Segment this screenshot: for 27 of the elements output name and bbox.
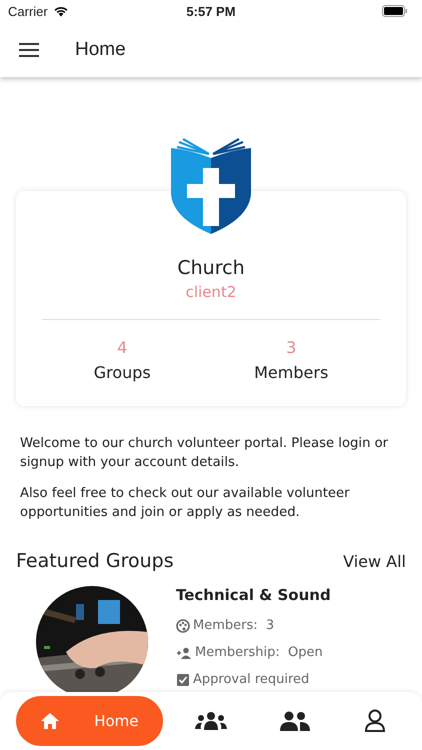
section-title: Featured Groups [16,550,174,572]
church-name: Church [177,257,245,279]
people-group-icon [194,711,227,731]
two-people-icon [279,711,312,731]
menu-icon[interactable] [19,42,39,56]
battery-icon [382,5,408,17]
stat-value: 4 [117,338,128,357]
clock-time: 5:57 PM [186,4,236,18]
intro-paragraph: Welcome to our church volunteer portal. Please login or signup with your account details. [20,435,390,472]
carrier-name: Carrier [8,4,48,18]
client-name: client2 [186,283,236,301]
intro-paragraph: Also feel free to check out our available volunteer opportunities and join or apply as needed. [20,485,351,522]
palette-icon [176,618,190,632]
stat-label: Members [254,363,328,382]
view-all-link[interactable]: View All [343,552,406,570]
add-person-icon [176,646,192,658]
page-title: Home [75,38,126,60]
home-icon [40,712,60,730]
group-detail: Approval required [193,672,310,687]
group-name: Technical & Sound [176,586,331,604]
wifi-icon [52,5,69,17]
checkbox-icon [176,672,190,686]
stat-value: 3 [286,338,296,357]
group-detail: Membership: Open [195,645,323,660]
group-detail: Members: 3 [193,618,274,633]
stat-label: Groups [94,363,151,382]
person-icon [364,709,386,733]
